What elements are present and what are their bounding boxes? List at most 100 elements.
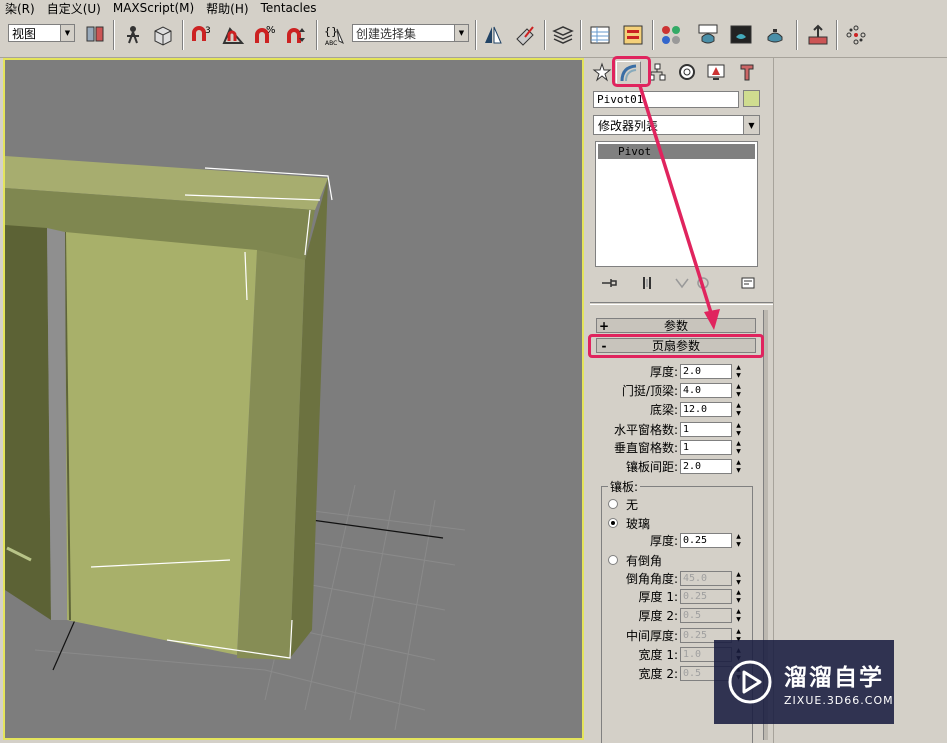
app-window: 染(R) 自定义(U) MAXScript(M) 帮助(H) Tentacles… xyxy=(0,0,947,743)
param-glass-thickness-input[interactable]: 0.25 xyxy=(680,533,732,548)
edit-named-selection-icon[interactable]: {} ABC xyxy=(322,22,348,48)
watermark-cn: 溜溜自学 xyxy=(784,664,884,691)
param-bottom-rail-input[interactable]: 12.0 xyxy=(680,402,732,417)
spinner-icon[interactable]: ▲▼ xyxy=(734,608,743,623)
main-toolbar: 视图 ▼ 3 % {} ABC 创建选择集 ▼ xyxy=(0,16,947,58)
menu-item-render[interactable]: 染(R) xyxy=(0,0,42,17)
param-thickness: 厚度: 2.0 ▲ ▼ xyxy=(586,363,761,380)
param-bevel-thickness-1: 厚度 1: 0.25 ▲ ▼ xyxy=(586,588,761,605)
object-name-field[interactable]: Pivot01 xyxy=(593,91,739,108)
select-manipulate-icon[interactable] xyxy=(120,22,146,48)
perspective-viewport[interactable] xyxy=(3,58,584,740)
param-bevel-angle: 倒角角度: 45.0 ▲ ▼ xyxy=(586,570,761,587)
watermark-en: ZIXUE.3D66.COM xyxy=(784,693,894,707)
menu-item-tentacles[interactable]: Tentacles xyxy=(256,1,324,15)
menu-item-customize[interactable]: 自定义(U) xyxy=(42,0,108,17)
menu-item-maxscript[interactable]: MAXScript(M) xyxy=(108,1,201,15)
show-end-result-icon[interactable] xyxy=(637,273,657,293)
particle-view-icon[interactable] xyxy=(843,22,869,48)
chevron-down-icon: ▼ xyxy=(60,25,74,41)
watermark: 溜溜自学 ZIXUE.3D66.COM xyxy=(714,640,894,724)
chevron-down-icon: ▼ xyxy=(454,25,468,41)
watermark-logo-icon xyxy=(728,660,772,704)
param-horizontal-panes: 水平窗格数: 1 ▲ ▼ xyxy=(586,421,761,438)
door-model xyxy=(5,156,466,731)
param-bevel-angle-input[interactable]: 45.0 xyxy=(680,571,732,586)
spinner-icon[interactable]: ▲▼ xyxy=(734,422,743,437)
radio-glass[interactable]: 玻璃 xyxy=(608,515,650,531)
spinner-icon[interactable]: ▲▼ xyxy=(734,402,743,417)
radio-button[interactable] xyxy=(608,499,618,509)
align-icon[interactable] xyxy=(512,22,538,48)
spinner-icon[interactable]: ▲▼ xyxy=(734,589,743,604)
param-horizontal-panes-input[interactable]: 1 xyxy=(680,422,732,437)
pin-stack-icon[interactable] xyxy=(599,273,619,293)
rendered-frame-icon[interactable] xyxy=(728,22,754,48)
stack-toolbar xyxy=(593,273,760,293)
stack-item-pivot[interactable]: Pivot xyxy=(598,144,755,159)
modifier-list-dropdown[interactable]: 修改器列表 ▼ xyxy=(593,115,760,135)
object-color-swatch[interactable] xyxy=(743,90,760,107)
named-selection-placeholder: 创建选择集 xyxy=(356,26,417,41)
panels-group-title: 镶板: xyxy=(608,478,641,495)
svg-text:3: 3 xyxy=(205,26,211,36)
param-stile-rail: 门挺/顶梁: 4.0 ▲ ▼ xyxy=(586,382,761,399)
radio-beveled[interactable]: 有倒角 xyxy=(608,552,662,568)
param-vertical-panes-input[interactable]: 1 xyxy=(680,440,732,455)
material-editor-icon[interactable] xyxy=(658,22,684,48)
utilities-tab[interactable] xyxy=(734,61,759,83)
reference-coord-value: 视图 xyxy=(12,26,37,41)
upload-scene-icon[interactable] xyxy=(805,22,831,48)
pivot-center-icon[interactable] xyxy=(82,22,108,48)
svg-text:%: % xyxy=(266,25,276,36)
motion-tab[interactable] xyxy=(674,61,699,83)
spinner-icon[interactable]: ▲▼ xyxy=(734,533,743,548)
render-setup-icon[interactable] xyxy=(695,22,721,48)
param-glass-thickness: 厚度: 0.25 ▲ ▼ xyxy=(586,532,761,549)
spinner-icon[interactable]: ▲▼ xyxy=(734,364,743,379)
configure-modifier-sets-icon[interactable] xyxy=(738,273,758,293)
curve-editor-icon[interactable] xyxy=(587,22,613,48)
angle-snap-icon[interactable] xyxy=(220,22,246,48)
spinner-icon[interactable]: ▲▼ xyxy=(734,571,743,586)
make-unique-icon[interactable] xyxy=(672,273,692,293)
display-tab[interactable] xyxy=(703,61,728,83)
param-bevel-thickness-1-input[interactable]: 0.25 xyxy=(680,589,732,604)
param-stile-rail-input[interactable]: 4.0 xyxy=(680,383,732,398)
named-selection-dropdown[interactable]: 创建选择集 ▼ xyxy=(352,24,469,42)
quick-render-icon[interactable] xyxy=(762,22,788,48)
radio-none[interactable]: 无 xyxy=(608,496,638,512)
create-tab[interactable] xyxy=(589,61,614,83)
snap-3d-icon[interactable]: 3 xyxy=(188,22,214,48)
param-muntin: 镶板间距: 2.0 ▲ ▼ xyxy=(586,458,761,475)
layer-manager-icon[interactable] xyxy=(550,22,576,48)
modifier-stack: Pivot xyxy=(595,141,758,267)
radio-button-selected[interactable] xyxy=(608,518,618,528)
param-bevel-thickness-2-input[interactable]: 0.5 xyxy=(680,608,732,623)
svg-text:{}: {} xyxy=(324,25,338,38)
schematic-view-icon[interactable] xyxy=(620,22,646,48)
menu-item-help[interactable]: 帮助(H) xyxy=(201,0,255,17)
radio-button[interactable] xyxy=(608,555,618,565)
modifier-list-label: 修改器列表 xyxy=(598,118,659,133)
param-bottom-rail: 底梁: 12.0 ▲ ▼ xyxy=(586,401,761,418)
menu-bar: 染(R) 自定义(U) MAXScript(M) 帮助(H) Tentacles xyxy=(0,0,947,16)
spinner-icon[interactable]: ▲▼ xyxy=(734,383,743,398)
percent-snap-icon[interactable]: % xyxy=(252,22,278,48)
remove-modifier-icon[interactable] xyxy=(693,273,713,293)
param-bevel-thickness-2: 厚度 2: 0.5 ▲ ▼ xyxy=(586,607,761,624)
spinner-snap-icon[interactable] xyxy=(284,22,310,48)
mirror-icon[interactable] xyxy=(480,22,506,48)
param-muntin-input[interactable]: 2.0 xyxy=(680,459,732,474)
param-thickness-input[interactable]: 2.0 xyxy=(680,364,732,379)
svg-text:ABC: ABC xyxy=(325,40,337,47)
rollout-parameters[interactable]: + 参数 xyxy=(596,318,756,333)
chevron-down-icon: ▼ xyxy=(743,116,759,134)
highlight-modify-tab xyxy=(612,56,651,87)
reference-coord-dropdown[interactable]: 视图 ▼ xyxy=(8,24,75,42)
keyboard-shortcut-icon[interactable] xyxy=(150,22,176,48)
spinner-icon[interactable]: ▲▼ xyxy=(734,440,743,455)
spinner-icon[interactable]: ▲▼ xyxy=(734,459,743,474)
highlight-leaf-rollout xyxy=(588,334,764,358)
param-vertical-panes: 垂直窗格数: 1 ▲ ▼ xyxy=(586,439,761,456)
